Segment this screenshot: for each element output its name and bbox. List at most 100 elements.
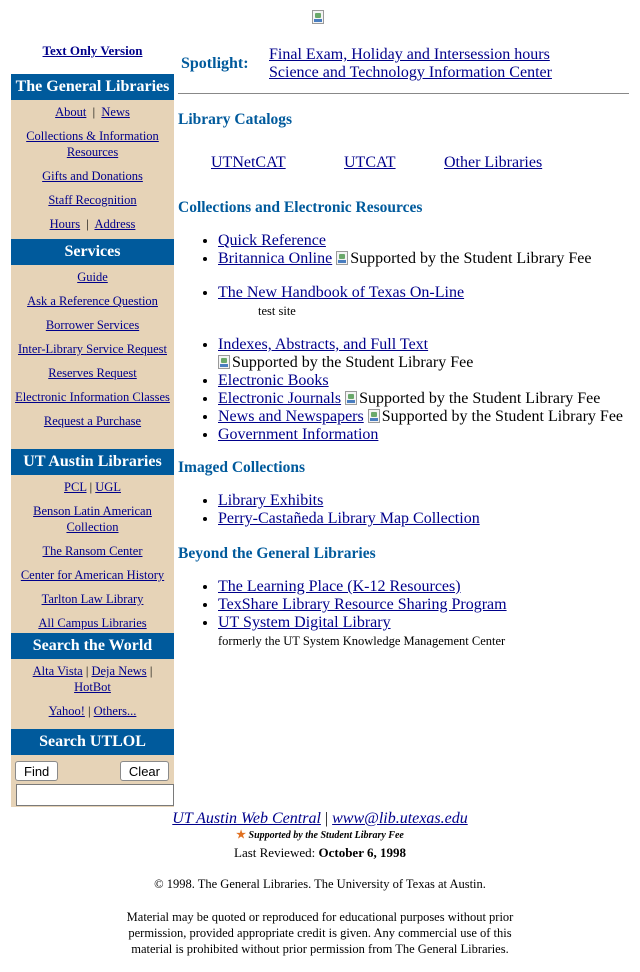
list-item: UT System Digital Library formerly the U…	[218, 614, 640, 650]
divider	[178, 93, 629, 94]
list-item: Electronic Journals Supported by the Stu…	[218, 390, 640, 408]
link-learning-place[interactable]: The Learning Place (K-12 Resources)	[218, 578, 461, 595]
clear-button[interactable]: Clear	[119, 761, 169, 781]
fee-image: Supported by the Student Library Fee	[345, 390, 600, 408]
sidebar-link-purchase[interactable]: Request a Purchase	[44, 414, 141, 428]
sidebar-link-gifts[interactable]: Gifts and Donations	[42, 169, 143, 183]
link-handbook-texas[interactable]: The New Handbook of Texas On-Line	[218, 284, 464, 301]
spotlight-links: Final Exam, Holiday and Intersession hou…	[269, 46, 552, 82]
list-item: Perry-Castañeda Library Map Collection	[218, 510, 640, 528]
sidebar-link-ransom[interactable]: The Ransom Center	[43, 544, 143, 558]
sidebar-heading-ut-libraries: UT Austin Libraries	[11, 449, 174, 475]
sidebar-link-american-history[interactable]: Center for American History	[21, 568, 164, 582]
link-government-info[interactable]: Government Information	[218, 426, 378, 443]
sidebar-heading-search-utlol: Search UTLOL	[11, 729, 174, 755]
spotlight-link-science-center[interactable]: Science and Technology Information Cente…	[269, 64, 552, 81]
link-indexes[interactable]: Indexes, Abstracts, and Full Text	[218, 336, 428, 353]
link-electronic-journals[interactable]: Electronic Journals	[218, 390, 341, 407]
separator: |	[324, 810, 329, 827]
link-map-collection[interactable]: Perry-Castañeda Library Map Collection	[218, 510, 480, 527]
sidebar-link-reserves[interactable]: Reserves Request	[48, 366, 137, 380]
footer-fee-text: Supported by the Student Library Fee	[248, 830, 404, 841]
find-button[interactable]: Find	[15, 761, 59, 781]
sidebar-heading-search-world: Search the World	[11, 633, 174, 659]
imaged-list: Library Exhibits Perry-Castañeda Library…	[178, 492, 640, 528]
link-library-exhibits[interactable]: Library Exhibits	[218, 492, 323, 509]
beyond-list: The Learning Place (K-12 Resources) TexS…	[178, 578, 640, 650]
utlol-search-input[interactable]	[16, 784, 174, 806]
list-item: Britannica Online Supported by the Stude…	[218, 250, 640, 268]
separator: |	[88, 704, 91, 718]
list-item: Electronic Books	[218, 372, 640, 390]
list-item: News and Newspapers Supported by the Stu…	[218, 408, 640, 426]
sidebar-link-address[interactable]: Address	[94, 217, 135, 231]
sidebar-link-about[interactable]: About	[55, 105, 86, 119]
sidebar-link-ask-reference[interactable]: Ask a Reference Question	[27, 294, 158, 308]
catalog-link-utnetcat[interactable]: UTNetCAT	[211, 154, 286, 172]
sidebar-link-all-campus[interactable]: All Campus Libraries	[38, 616, 146, 630]
section-heading-beyond: Beyond the General Libraries	[178, 545, 376, 562]
sidebar-link-collections[interactable]: Collections & Information Resources	[26, 129, 159, 159]
list-item: Indexes, Abstracts, and Full Text Suppor…	[218, 336, 640, 372]
spotlight-link-exam-hours[interactable]: Final Exam, Holiday and Intersession hou…	[269, 46, 550, 63]
list-item: TexShare Library Resource Sharing Progra…	[218, 596, 640, 614]
list-item: Library Exhibits	[218, 492, 640, 510]
reviewed-label: Last Reviewed:	[234, 845, 316, 860]
link-ut-system-library[interactable]: UT System Digital Library	[218, 614, 391, 631]
sidebar-link-others[interactable]: Others...	[94, 704, 137, 718]
list-item: Quick Reference	[218, 232, 640, 250]
footer-fee-note: ★ Supported by the Student Library Fee	[0, 828, 640, 841]
sidebar-link-guide[interactable]: Guide	[77, 270, 108, 284]
link-news-newspapers[interactable]: News and Newspapers	[218, 408, 364, 425]
sidebar-link-ugl[interactable]: UGL	[95, 480, 121, 494]
header-logo-image	[312, 9, 326, 27]
link-britannica[interactable]: Britannica Online	[218, 250, 332, 267]
separator: |	[85, 664, 89, 678]
catalog-link-utcat[interactable]: UTCAT	[344, 154, 396, 172]
footer-links: UT Austin Web Central | www@lib.utexas.e…	[0, 810, 640, 828]
catalog-link-other[interactable]: Other Libraries	[444, 154, 542, 172]
separator: |	[149, 664, 153, 678]
separator: |	[89, 480, 93, 494]
sidebar-link-pcl[interactable]: PCL	[64, 480, 86, 494]
last-reviewed: Last Reviewed: October 6, 1998	[0, 845, 640, 861]
handbook-note: test site	[258, 304, 296, 318]
list-item: Government Information	[218, 426, 640, 444]
fee-image: Supported by the Student Library Fee	[218, 354, 473, 372]
fee-image: Supported by the Student Library Fee	[336, 250, 591, 268]
legal-notice: Material may be quoted or reproduced for…	[126, 910, 514, 956]
link-texshare[interactable]: TexShare Library Resource Sharing Progra…	[218, 596, 507, 613]
list-item: The New Handbook of Texas On-Line test s…	[218, 284, 640, 320]
link-quick-reference[interactable]: Quick Reference	[218, 232, 326, 249]
broken-image-icon	[345, 391, 358, 405]
section-heading-collections: Collections and Electronic Resources	[178, 199, 423, 216]
sidebar-heading-general: The General Libraries	[11, 74, 174, 100]
fee-image: Supported by the Student Library Fee	[367, 408, 623, 426]
footer-link-web-central[interactable]: UT Austin Web Central	[172, 810, 321, 827]
sidebar-link-hotbot[interactable]: HotBot	[74, 680, 111, 694]
sidebar-link-classes[interactable]: Electronic Information Classes	[15, 390, 170, 404]
sidebar-link-dejanews[interactable]: Deja News	[91, 664, 146, 678]
sidebar-link-staff[interactable]: Staff Recognition	[48, 193, 136, 207]
sidebar-link-altavista[interactable]: Alta Vista	[33, 664, 83, 678]
sidebar-link-hours[interactable]: Hours	[50, 217, 81, 231]
sidebar-heading-services: Services	[11, 239, 174, 265]
sidebar-link-yahoo[interactable]: Yahoo!	[49, 704, 85, 718]
section-heading-catalogs: Library Catalogs	[178, 111, 293, 128]
sidebar-link-borrower[interactable]: Borrower Services	[46, 318, 139, 332]
footer-link-email[interactable]: www@lib.utexas.edu	[332, 810, 468, 827]
broken-image-icon	[336, 251, 349, 265]
text-only-link[interactable]: Text Only Version	[11, 43, 174, 59]
separator: |	[92, 105, 96, 119]
reviewed-date: October 6, 1998	[318, 845, 406, 860]
sidebar-link-benson[interactable]: Benson Latin American Collection	[33, 504, 152, 534]
broken-image-icon	[312, 10, 324, 24]
copyright: © 1998. The General Libraries. The Unive…	[154, 877, 486, 891]
collections-list: Quick Reference Britannica Online Suppor…	[178, 232, 640, 444]
sidebar-link-news[interactable]: News	[101, 105, 129, 119]
broken-image-icon	[367, 409, 380, 423]
sidebar-link-tarlton[interactable]: Tarlton Law Library	[42, 592, 144, 606]
sidebar: The General Libraries About | News Colle…	[11, 74, 174, 807]
sidebar-link-interlibrary[interactable]: Inter-Library Service Request	[18, 342, 167, 356]
link-electronic-books[interactable]: Electronic Books	[218, 372, 329, 389]
